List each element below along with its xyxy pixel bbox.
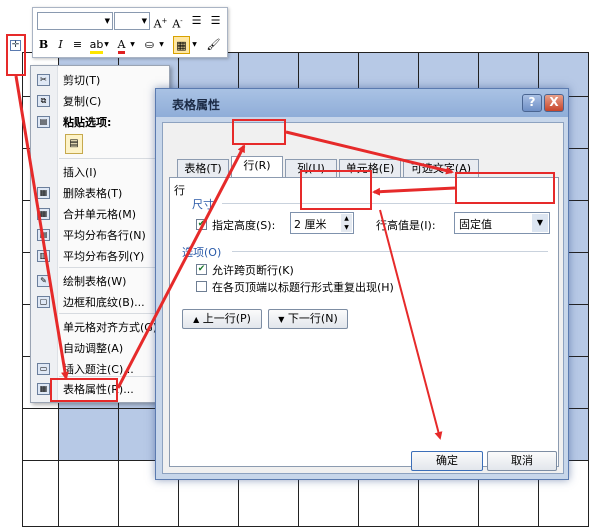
arrow-handle-to-menu — [14, 75, 69, 380]
arrow-mode-to-height — [372, 186, 456, 196]
arrow-menu-to-row-tab — [116, 144, 246, 389]
arrow-height-to-ok — [379, 209, 443, 440]
arrow-row-tab-to-mode — [285, 130, 454, 175]
annotation-arrows — [14, 75, 456, 440]
